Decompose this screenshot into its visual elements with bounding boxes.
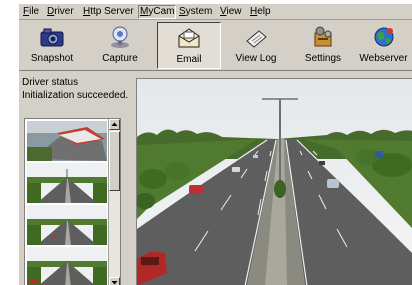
thumbnail-4[interactable] <box>27 247 107 285</box>
menu-help[interactable]: Help <box>249 6 272 18</box>
driver-status-panel: Driver status Initialization succeeded. <box>22 76 129 111</box>
thumbnail-2[interactable] <box>27 163 107 203</box>
thumbnail-list <box>24 118 121 285</box>
toolbar: Snapshot Capture Email View Log Settings… <box>19 20 412 71</box>
driver-status-title: Driver status <box>22 77 79 88</box>
menu-driver[interactable]: Driver <box>46 6 75 18</box>
view-log-label: View Log <box>235 53 277 64</box>
camera-icon <box>40 28 64 47</box>
scroll-up-icon[interactable] <box>109 119 120 130</box>
app-window: File Driver Http Server MyCam System Vie… <box>19 4 412 285</box>
menu-mycam[interactable]: MyCam <box>138 5 177 19</box>
capture-button[interactable]: Capture <box>89 22 151 67</box>
email-label: Email <box>176 54 202 65</box>
camera-view-image <box>136 78 412 285</box>
settings-button[interactable]: Settings <box>294 22 352 67</box>
menu-http-server[interactable]: Http Server <box>82 6 135 18</box>
menu-file[interactable]: File <box>22 6 40 18</box>
menu-system[interactable]: System <box>178 6 213 18</box>
email-button[interactable]: Email <box>157 22 221 69</box>
snapshot-button[interactable]: Snapshot <box>21 22 83 67</box>
webserver-icon <box>374 27 393 47</box>
driver-status-message: Initialization succeeded. <box>22 90 129 101</box>
scroll-down-icon[interactable] <box>109 277 120 285</box>
snapshot-label: Snapshot <box>30 53 74 64</box>
thumbnail-scrollbar[interactable] <box>108 119 120 285</box>
settings-icon <box>314 26 332 47</box>
webserver-button[interactable]: Webserver <box>355 22 412 67</box>
scrollbar-thumb[interactable] <box>109 131 120 191</box>
thumbnail-3[interactable] <box>27 205 107 245</box>
view-log-icon <box>246 30 267 48</box>
view-log-button[interactable]: View Log <box>225 22 287 67</box>
webserver-label: Webserver <box>359 53 408 64</box>
thumbnail-1[interactable] <box>27 121 107 161</box>
capture-label: Capture <box>102 53 138 64</box>
email-icon <box>178 28 200 48</box>
capture-icon <box>111 26 129 48</box>
menu-view[interactable]: View <box>219 6 243 18</box>
settings-label: Settings <box>304 53 342 64</box>
menu-bar: File Driver Http Server MyCam System Vie… <box>19 4 412 20</box>
